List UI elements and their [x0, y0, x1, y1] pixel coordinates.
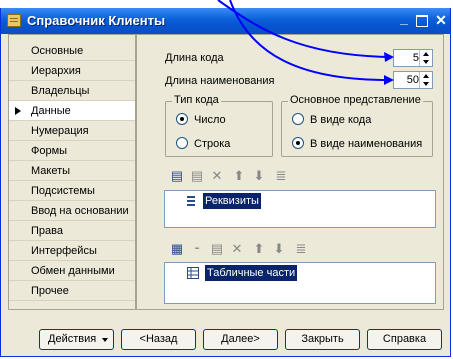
- maximize-icon[interactable]: [414, 12, 430, 28]
- sidebar-item-label: Ввод на основании: [31, 205, 129, 217]
- sidebar-item-layouts[interactable]: Макеты: [9, 161, 135, 181]
- radio-selected-icon: [176, 113, 188, 125]
- repr-code-radio[interactable]: В виде кода: [292, 113, 422, 127]
- sidebar-item-label: Основные: [31, 45, 84, 57]
- sidebar-item-subsystems[interactable]: Подсистемы: [9, 181, 135, 201]
- sidebar-item-label: Обмен данными: [31, 265, 115, 277]
- sort-icon[interactable]: ≣: [293, 241, 309, 257]
- main-repr-group: Основное представление В виде кода В вид…: [281, 94, 433, 157]
- table-icon: [187, 267, 199, 279]
- tabular-parts-list[interactable]: Табличные части: [164, 262, 436, 304]
- window-title: Справочник Клиенты: [27, 13, 166, 28]
- radio-selected-icon: [292, 137, 304, 149]
- title-bar[interactable]: Справочник Клиенты _ ✕: [1, 8, 450, 34]
- help-button[interactable]: Справка: [367, 329, 442, 350]
- sidebar-item-label: Права: [31, 225, 63, 237]
- list-item-label: Табличные части: [205, 265, 298, 281]
- name-length-value: 50: [406, 74, 419, 86]
- radio-label: Строка: [194, 138, 231, 150]
- name-length-label: Длина наименования: [165, 75, 275, 87]
- sidebar-item-label: Интерфейсы: [31, 245, 97, 257]
- sidebar-item-other[interactable]: Прочее: [9, 281, 135, 301]
- tabular-toolbar: ▦ ⁃ ▤ ✕ ⬆ ⬇ ≣: [169, 241, 329, 259]
- data-panel: Длина кода 5 Длина наименования 50 Тип к…: [136, 34, 444, 310]
- name-length-spinner[interactable]: 50: [393, 71, 433, 89]
- attributes-list[interactable]: Реквизиты: [164, 190, 436, 228]
- sidebar-item-label: Владельцы: [31, 85, 90, 97]
- repr-name-radio[interactable]: В виде наименования: [292, 137, 422, 151]
- sidebar-item-input-based-on[interactable]: Ввод на основании: [9, 201, 135, 221]
- sidebar: Основные Иерархия Владельцы Данные Нумер…: [8, 34, 136, 310]
- radio-label: В виде кода: [310, 114, 372, 126]
- code-type-number-radio[interactable]: Число: [176, 113, 256, 127]
- next-button-label: Далее>: [221, 333, 260, 345]
- spinner-arrows-icon[interactable]: [419, 72, 432, 88]
- sidebar-item-label: Данные: [31, 105, 71, 117]
- spinner-arrows-icon[interactable]: [419, 50, 432, 66]
- move-up-icon[interactable]: ⬆: [231, 168, 247, 184]
- move-down-icon[interactable]: ⬇: [271, 241, 287, 257]
- sidebar-item-owners[interactable]: Владельцы: [9, 81, 135, 101]
- add-item-icon[interactable]: ▤: [169, 168, 185, 184]
- sidebar-item-label: Иерархия: [31, 65, 81, 77]
- sidebar-item-label: Подсистемы: [31, 185, 95, 197]
- radio-unselected-icon: [292, 113, 304, 125]
- list-item-label: Реквизиты: [203, 193, 261, 209]
- sidebar-item-data-exchange[interactable]: Обмен данными: [9, 261, 135, 281]
- close-button-label: Закрыть: [301, 333, 344, 345]
- move-down-icon[interactable]: ⬇: [251, 168, 267, 184]
- sidebar-item-numbering[interactable]: Нумерация: [9, 121, 135, 141]
- sidebar-item-rights[interactable]: Права: [9, 221, 135, 241]
- sidebar-item-label: Прочее: [31, 285, 69, 297]
- attributes-icon: [185, 195, 197, 207]
- sidebar-item-label: Нумерация: [31, 125, 89, 137]
- move-up-icon[interactable]: ⬆: [251, 241, 267, 257]
- code-type-group: Тип кода Число Строка: [165, 94, 273, 157]
- close-button[interactable]: Закрыть: [285, 329, 360, 350]
- catalog-icon: [7, 14, 21, 27]
- sidebar-item-main[interactable]: Основные: [9, 41, 135, 61]
- sidebar-item-label: Макеты: [31, 165, 71, 177]
- code-type-string-radio[interactable]: Строка: [176, 137, 256, 151]
- edit-item-icon[interactable]: ▤: [209, 241, 225, 257]
- sidebar-item-label: Формы: [31, 145, 68, 157]
- help-button-label: Справка: [382, 333, 427, 345]
- add-table-icon[interactable]: ▦: [169, 241, 185, 257]
- sidebar-item-data[interactable]: Данные: [9, 101, 135, 121]
- delete-item-icon[interactable]: ✕: [209, 168, 225, 184]
- dropdown-arrow-icon: [102, 338, 108, 342]
- delete-item-icon[interactable]: ✕: [229, 241, 245, 257]
- add-attribute-icon[interactable]: ⁃: [189, 241, 205, 257]
- actions-button[interactable]: Действия: [39, 329, 114, 350]
- close-icon[interactable]: ✕: [433, 12, 449, 28]
- radio-label: В виде наименования: [310, 138, 423, 150]
- radio-label: Число: [194, 114, 226, 126]
- back-button-label: <Назад: [139, 333, 178, 345]
- code-length-label: Длина кода: [165, 52, 224, 64]
- active-arrow-icon: [15, 107, 21, 115]
- code-type-title: Тип кода: [172, 94, 221, 106]
- next-button[interactable]: Далее>: [203, 329, 278, 350]
- actions-button-label: Действия: [48, 333, 97, 345]
- edit-item-icon[interactable]: ▤: [189, 168, 205, 184]
- sidebar-item-forms[interactable]: Формы: [9, 141, 135, 161]
- radio-unselected-icon: [176, 137, 188, 149]
- sort-icon[interactable]: ≣: [273, 168, 289, 184]
- code-length-spinner[interactable]: 5: [393, 49, 433, 67]
- attributes-toolbar: ▤ ▤ ✕ ⬆ ⬇ ≣: [169, 168, 309, 186]
- minimize-icon[interactable]: _: [396, 10, 412, 26]
- main-repr-title: Основное представление: [288, 94, 423, 106]
- back-button[interactable]: <Назад: [121, 329, 196, 350]
- sidebar-item-interfaces[interactable]: Интерфейсы: [9, 241, 135, 261]
- sidebar-item-hierarchy[interactable]: Иерархия: [9, 61, 135, 81]
